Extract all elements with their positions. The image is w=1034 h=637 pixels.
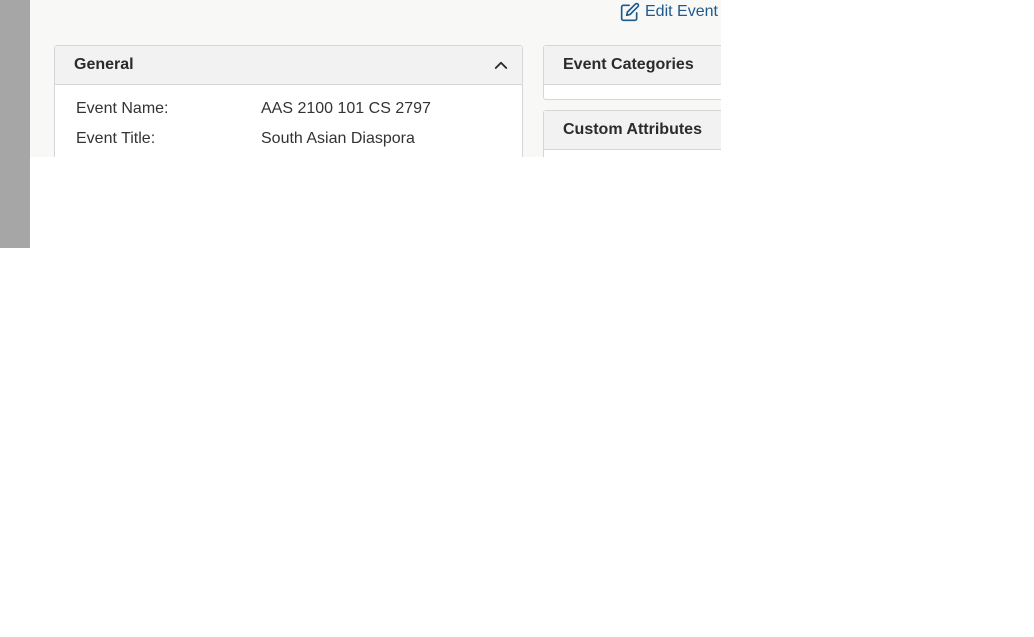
edit-event-button[interactable]: Edit Event <box>620 0 718 24</box>
event-name-label: Event Name: <box>76 100 169 117</box>
edit-event-label: Edit Event <box>645 3 718 20</box>
custom-attributes-panel: Custom Attributes <box>543 110 721 157</box>
custom-attributes-title: Custom Attributes <box>563 121 702 138</box>
field-row-event-name: Event Name: AAS 2100 101 CS 2797 <box>76 100 522 130</box>
event-details-view: Edit Event General Event Name: AAS 2100 … <box>30 0 721 157</box>
event-categories-title: Event Categories <box>563 56 694 73</box>
general-fields: Event Name: AAS 2100 101 CS 2797 Event T… <box>55 85 522 157</box>
left-rail <box>0 0 30 248</box>
event-categories-header[interactable]: Event Categories <box>544 46 721 85</box>
general-panel: General Event Name: AAS 2100 101 CS 2797… <box>54 45 523 157</box>
chevron-up-icon[interactable] <box>492 56 510 74</box>
event-categories-panel: Event Categories <box>543 45 721 100</box>
field-row-event-title: Event Title: South Asian Diaspora <box>76 130 522 157</box>
general-panel-title: General <box>74 56 134 73</box>
event-title-label: Event Title: <box>76 130 156 147</box>
event-name-value: AAS 2100 101 CS 2797 <box>261 100 431 117</box>
general-panel-header[interactable]: General <box>55 46 522 85</box>
event-title-value: South Asian Diaspora <box>261 130 415 147</box>
edit-icon <box>620 2 640 22</box>
custom-attributes-header[interactable]: Custom Attributes <box>544 111 721 150</box>
